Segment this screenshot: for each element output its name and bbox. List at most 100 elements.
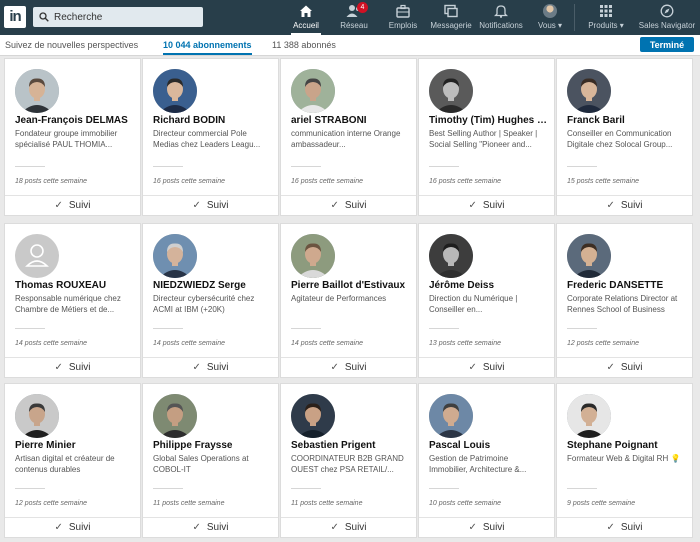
person-name[interactable]: Thomas ROUXEAU bbox=[15, 280, 139, 292]
following-button[interactable]: ✓ Suivi bbox=[419, 195, 554, 215]
following-button[interactable]: ✓ Suivi bbox=[419, 517, 554, 537]
avatar[interactable] bbox=[291, 394, 335, 438]
checkmark-icon: ✓ bbox=[468, 362, 477, 373]
avatar[interactable] bbox=[429, 234, 473, 278]
briefcase-icon bbox=[396, 4, 410, 20]
person-headline: COORDINATEUR B2B GRAND OUEST chez PSA RE… bbox=[291, 454, 404, 474]
person-card[interactable]: Jérôme Deiss Direction du Numérique | Con… bbox=[418, 223, 555, 378]
person-card[interactable]: Sebastien Prigent COORDINATEUR B2B GRAND … bbox=[280, 383, 417, 538]
following-button[interactable]: ✓ Suivi bbox=[419, 357, 554, 377]
following-label: Suivi bbox=[206, 362, 229, 373]
posts-count: 12 posts cette semaine bbox=[567, 340, 639, 347]
following-label: Suivi bbox=[344, 522, 367, 533]
card-divider bbox=[153, 488, 183, 489]
avatar[interactable] bbox=[567, 69, 611, 113]
avatar[interactable] bbox=[15, 394, 59, 438]
nav-sales-label: Sales Navigator bbox=[638, 21, 696, 30]
following-label: Suivi bbox=[68, 362, 91, 373]
tab-followers[interactable]: 11 388 abonnés bbox=[272, 40, 336, 50]
person-name[interactable]: Jean-François DELMAS bbox=[15, 115, 139, 127]
avatar[interactable] bbox=[153, 234, 197, 278]
person-name[interactable]: Jérôme Deiss bbox=[429, 280, 553, 292]
checkmark-icon: ✓ bbox=[330, 522, 339, 533]
tab-following[interactable]: 10 044 abonnements bbox=[163, 40, 252, 50]
avatar[interactable] bbox=[567, 394, 611, 438]
person-card[interactable]: Richard BODIN Directeur commercial Pole M… bbox=[142, 58, 279, 216]
avatar-placeholder[interactable] bbox=[15, 234, 59, 278]
person-name[interactable]: Stephane Poignant bbox=[567, 440, 691, 452]
search-input[interactable] bbox=[54, 11, 194, 23]
person-card[interactable]: Philippe Fraysse Global Sales Operations … bbox=[142, 383, 279, 538]
person-name[interactable]: NIEDZWIEDZ Serge bbox=[153, 280, 277, 292]
person-name[interactable]: Timothy (Tim) Hughes 提姆·休斯 bbox=[429, 115, 553, 127]
avatar[interactable] bbox=[429, 69, 473, 113]
following-button[interactable]: ✓ Suivi bbox=[5, 195, 140, 215]
nav-sales-navigator[interactable]: Sales Navigator bbox=[638, 4, 696, 35]
following-button[interactable]: ✓ Suivi bbox=[5, 517, 140, 537]
linkedin-logo[interactable]: in bbox=[4, 6, 26, 28]
following-button[interactable]: ✓ Suivi bbox=[143, 195, 278, 215]
following-button[interactable]: ✓ Suivi bbox=[143, 357, 278, 377]
nav-products[interactable]: Produits ▾ bbox=[586, 4, 626, 35]
following-button[interactable]: ✓ Suivi bbox=[281, 195, 416, 215]
person-card[interactable]: ariel STRABONI communication interne Oran… bbox=[280, 58, 417, 216]
person-name[interactable]: Franck Baril bbox=[567, 115, 691, 127]
nav-home[interactable]: Accueil bbox=[291, 4, 321, 35]
person-headline: Artisan digital et créateur de contenus … bbox=[15, 454, 115, 474]
nav-messaging[interactable]: Messagerie bbox=[430, 4, 472, 35]
follow-subnav: Suivez de nouvelles perspectives 10 044 … bbox=[0, 35, 700, 56]
avatar[interactable] bbox=[291, 69, 335, 113]
person-name[interactable]: Pierre Minier bbox=[15, 440, 139, 452]
person-name[interactable]: ariel STRABONI bbox=[291, 115, 415, 127]
following-button[interactable]: ✓ Suivi bbox=[281, 357, 416, 377]
nav-me[interactable]: Vous ▾ bbox=[536, 4, 564, 35]
avatar[interactable] bbox=[567, 234, 611, 278]
person-headline: Agitateur de Performances bbox=[291, 294, 387, 303]
following-button[interactable]: ✓ Suivi bbox=[281, 517, 416, 537]
following-label: Suivi bbox=[344, 362, 367, 373]
card-divider bbox=[15, 488, 45, 489]
person-card[interactable]: NIEDZWIEDZ Serge Directeur cybersécurité … bbox=[142, 223, 279, 378]
nav-network[interactable]: 4 Réseau bbox=[339, 2, 369, 35]
avatar[interactable] bbox=[15, 69, 59, 113]
nav-notifications[interactable]: Notifications bbox=[478, 4, 524, 35]
person-card[interactable]: Pierre Baillot d'Estivaux Agitateur de Pe… bbox=[280, 223, 417, 378]
nav-notifications-label: Notifications bbox=[479, 21, 523, 30]
following-button[interactable]: ✓ Suivi bbox=[5, 357, 140, 377]
chat-icon bbox=[444, 4, 458, 20]
person-name[interactable]: Sebastien Prigent bbox=[291, 440, 415, 452]
card-divider bbox=[429, 488, 459, 489]
following-button[interactable]: ✓ Suivi bbox=[557, 517, 692, 537]
person-card[interactable]: Franck Baril Conseiller en Communication … bbox=[556, 58, 693, 216]
person-card[interactable]: Stephane Poignant Formateur Web & Digital… bbox=[556, 383, 693, 538]
nav-jobs[interactable]: Emplois bbox=[388, 4, 418, 35]
nav-products-label: Produits ▾ bbox=[588, 21, 624, 30]
card-divider bbox=[429, 328, 459, 329]
person-card[interactable]: Frederic DANSETTE Corporate Relations Dir… bbox=[556, 223, 693, 378]
following-button[interactable]: ✓ Suivi bbox=[143, 517, 278, 537]
following-button[interactable]: ✓ Suivi bbox=[557, 195, 692, 215]
person-name[interactable]: Pascal Louis bbox=[429, 440, 553, 452]
person-name[interactable]: Richard BODIN bbox=[153, 115, 277, 127]
person-name[interactable]: Pierre Baillot d'Estivaux bbox=[291, 280, 415, 292]
avatar[interactable] bbox=[153, 69, 197, 113]
following-label: Suivi bbox=[482, 522, 505, 533]
person-card[interactable]: Thomas ROUXEAU Responsable numérique chez… bbox=[4, 223, 141, 378]
card-divider bbox=[567, 488, 597, 489]
person-headline: Direction du Numérique | Conseiller en..… bbox=[429, 294, 518, 314]
person-card[interactable]: Pierre Minier Artisan digital et créateur… bbox=[4, 383, 141, 538]
tab-perspectives[interactable]: Suivez de nouvelles perspectives bbox=[5, 40, 138, 50]
person-name[interactable]: Philippe Fraysse bbox=[153, 440, 277, 452]
posts-count: 16 posts cette semaine bbox=[153, 178, 225, 185]
person-card[interactable]: Pascal Louis Gestion de Patrimoine Immobi… bbox=[418, 383, 555, 538]
person-card[interactable]: Timothy (Tim) Hughes 提姆·休斯 Best Selling A… bbox=[418, 58, 555, 216]
avatar[interactable] bbox=[291, 234, 335, 278]
done-button[interactable]: Terminé bbox=[640, 37, 694, 52]
search-box[interactable] bbox=[33, 7, 203, 27]
avatar[interactable] bbox=[153, 394, 197, 438]
person-name[interactable]: Frederic DANSETTE bbox=[567, 280, 691, 292]
following-button[interactable]: ✓ Suivi bbox=[557, 357, 692, 377]
avatar[interactable] bbox=[429, 394, 473, 438]
person-card[interactable]: Jean-François DELMAS Fondateur groupe imm… bbox=[4, 58, 141, 216]
profile-avatar bbox=[543, 4, 557, 18]
